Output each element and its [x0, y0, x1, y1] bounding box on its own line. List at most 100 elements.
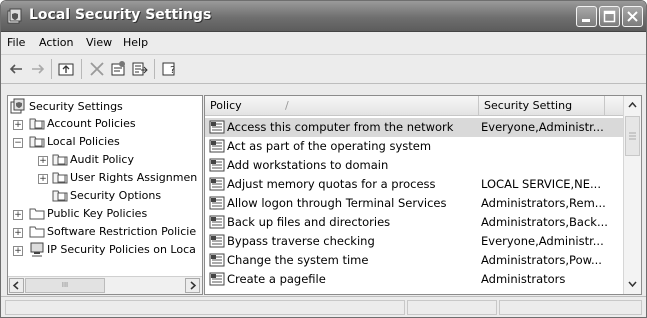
policy-folder-icon [29, 136, 45, 148]
policy-folder-icon [52, 172, 68, 184]
toolbar-separator [81, 59, 82, 79]
toolbar-separator [51, 59, 52, 79]
menu-action[interactable]: Action [39, 36, 73, 49]
tree-item-label: Public Key Policies [47, 207, 148, 220]
help-icon[interactable]: ? [161, 60, 179, 78]
expand-toggle[interactable]: + [13, 210, 23, 220]
policy-item-icon [209, 253, 225, 267]
policy-name: Change the system time [227, 253, 369, 267]
scroll-down-button[interactable] [625, 276, 640, 292]
svg-text:?: ? [170, 65, 175, 76]
expand-toggle[interactable]: + [38, 156, 48, 166]
expand-toggle[interactable]: + [13, 120, 23, 130]
policy-name: Act as part of the operating system [227, 139, 432, 153]
table-row[interactable]: Back up files and directories Administra… [205, 213, 625, 232]
tree-item-label: Local Policies [47, 135, 120, 148]
expand-toggle[interactable]: + [13, 246, 23, 256]
tree-item-label: User Rights Assignmen [70, 171, 198, 184]
back-arrow-icon[interactable] [7, 60, 25, 78]
security-setting-value: LOCAL SERVICE,NE... [481, 177, 601, 191]
expand-toggle[interactable]: + [13, 228, 23, 238]
collapse-toggle[interactable]: − [13, 138, 23, 148]
tree-item-label: Security Settings [29, 100, 123, 113]
policy-name: Add workstations to domain [227, 158, 389, 172]
export-list-icon[interactable] [131, 60, 149, 78]
tree-item-label: Audit Policy [70, 153, 134, 166]
policy-name: Adjust memory quotas for a process [227, 177, 436, 191]
menu-file[interactable]: File [7, 36, 25, 49]
table-row[interactable]: Bypass traverse checking Everyone,Admini… [205, 232, 625, 251]
tree-item-label: Software Restriction Policie [47, 225, 197, 238]
policy-item-icon [209, 196, 225, 210]
column-header-policy[interactable]: Policy / [205, 96, 479, 115]
minimize-icon [582, 19, 590, 22]
table-row[interactable]: Create a pagefile Administrators [205, 270, 625, 289]
security-setting-value: Administrators,Back... [481, 215, 608, 229]
security-setting-value: Administrators,Pow... [481, 253, 602, 267]
menu-help[interactable]: Help [123, 36, 148, 49]
scroll-up-button[interactable] [625, 97, 640, 113]
security-setting-value: Administrators,Rem... [481, 196, 606, 210]
status-bar [1, 296, 646, 317]
security-setting-value: Administrators [481, 272, 566, 286]
ip-security-icon [30, 242, 44, 257]
status-segment [407, 300, 497, 315]
scroll-right-button[interactable] [185, 278, 200, 293]
chevron-down-icon [628, 281, 637, 288]
properties-icon[interactable] [109, 60, 127, 78]
grip-icon [629, 132, 636, 140]
policy-name: Allow logon through Terminal Services [227, 196, 447, 210]
policy-item-icon [209, 177, 225, 191]
policy-name: Access this computer from the network [227, 120, 454, 134]
security-settings-icon [7, 8, 22, 24]
toolbar: ? [1, 55, 646, 84]
delete-x-icon[interactable] [88, 60, 106, 78]
status-segment [499, 300, 642, 315]
policy-folder-icon [52, 154, 68, 166]
expand-toggle[interactable]: + [38, 174, 48, 184]
policy-item-icon [209, 234, 225, 248]
maximize-icon [603, 10, 616, 23]
column-header-security-setting[interactable]: Security Setting [479, 96, 605, 115]
security-setting-value: Everyone,Administr... [481, 234, 604, 248]
policy-item-icon [209, 158, 225, 172]
tree-pane: Security Settings + Account Policies − L… [7, 95, 203, 295]
tree-item-label: Account Policies [47, 117, 136, 130]
column-header-label: Policy [210, 99, 242, 112]
title-bar[interactable]: Local Security Settings [1, 1, 646, 32]
toolbar-separator [154, 59, 155, 79]
policy-name: Create a pagefile [227, 272, 326, 286]
scroll-thumb[interactable] [625, 116, 640, 156]
close-icon [627, 11, 638, 22]
folder-icon [29, 208, 45, 220]
table-row[interactable]: Change the system time Administrators,Po… [205, 251, 625, 270]
scroll-thumb[interactable]: III [25, 278, 105, 293]
chevron-right-icon [190, 281, 197, 290]
policy-folder-icon [52, 190, 68, 202]
tree-horizontal-scrollbar[interactable]: III [8, 276, 202, 294]
table-row[interactable]: Add workstations to domain [205, 156, 625, 175]
up-folder-icon[interactable] [57, 60, 75, 78]
policy-folder-icon [29, 118, 45, 130]
list-vertical-scrollbar[interactable] [623, 96, 641, 294]
policy-item-icon [209, 120, 225, 134]
chevron-left-icon [12, 281, 19, 290]
policy-name: Bypass traverse checking [227, 234, 375, 248]
local-security-settings-window: Local Security Settings File Action View… [0, 0, 647, 318]
table-row[interactable]: Access this computer from the network Ev… [205, 118, 625, 137]
policy-list-pane: Policy / Security Setting Access this co… [204, 95, 642, 295]
policy-item-icon [209, 139, 225, 153]
table-row[interactable]: Adjust memory quotas for a process LOCAL… [205, 175, 625, 194]
forward-arrow-icon[interactable] [29, 60, 47, 78]
policy-name: Back up files and directories [227, 215, 391, 229]
folder-icon [29, 226, 45, 238]
maximize-button[interactable] [599, 6, 620, 27]
close-button[interactable] [622, 6, 643, 27]
minimize-button[interactable] [576, 6, 597, 27]
table-row[interactable]: Act as part of the operating system [205, 137, 625, 156]
window-title: Local Security Settings [29, 7, 212, 23]
menu-view[interactable]: View [86, 36, 112, 49]
scroll-left-button[interactable] [9, 278, 24, 293]
table-row[interactable]: Allow logon through Terminal Services Ad… [205, 194, 625, 213]
security-setting-value: Everyone,Administr... [481, 120, 604, 134]
